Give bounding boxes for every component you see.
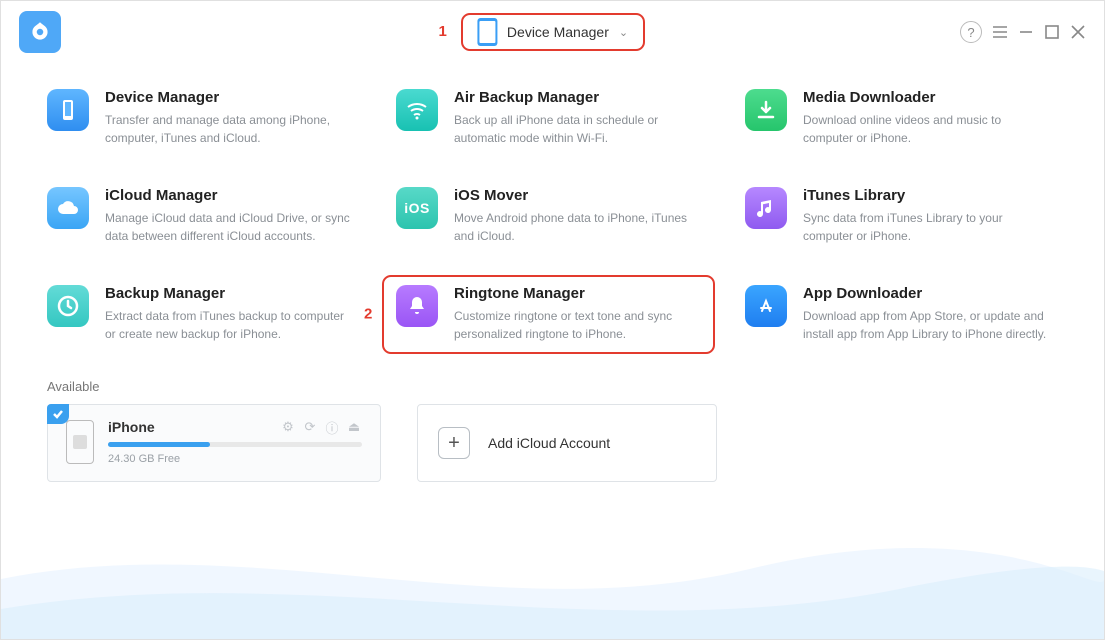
feature-itunes-library[interactable]: iTunes Library Sync data from iTunes Libr… [745, 187, 1058, 245]
feature-device-manager[interactable]: Device Manager Transfer and manage data a… [47, 89, 360, 147]
device-icon [47, 89, 89, 131]
gear-icon[interactable]: ⚙ [280, 419, 296, 435]
feature-title: App Downloader [803, 285, 1053, 302]
app-logo [19, 11, 61, 53]
callout-number-1: 1 [439, 23, 447, 40]
feature-title: iTunes Library [803, 187, 1053, 204]
device-card[interactable]: iPhone ⚙ ⟳ ⓘ ⏏ 24.30 GB Free [47, 404, 381, 482]
maximize-button[interactable] [1044, 24, 1060, 40]
cloud-icon [47, 187, 89, 229]
feature-grid: Device Manager Transfer and manage data a… [47, 89, 1058, 343]
feature-title: iCloud Manager [105, 187, 355, 204]
available-label: Available [47, 379, 1058, 394]
device-name: iPhone [108, 419, 155, 435]
dropdown-label: Device Manager [507, 24, 609, 40]
feature-app-downloader[interactable]: App Downloader Download app from App Stor… [745, 285, 1058, 343]
window-controls: ? [960, 21, 1086, 43]
main-content: Device Manager Transfer and manage data a… [1, 63, 1104, 482]
feature-title: iOS Mover [454, 187, 704, 204]
feature-backup-manager[interactable]: Backup Manager Extract data from iTunes b… [47, 285, 360, 343]
feature-desc: Move Android phone data to iPhone, iTune… [454, 209, 704, 245]
minimize-button[interactable] [1018, 24, 1034, 40]
bell-icon [396, 285, 438, 327]
feature-ios-mover[interactable]: iOS iOS Mover Move Android phone data to … [396, 187, 709, 245]
feature-title: Media Downloader [803, 89, 1053, 106]
feature-media-downloader[interactable]: Media Downloader Download online videos a… [745, 89, 1058, 147]
feature-desc: Customize ringtone or text tone and sync… [454, 307, 704, 343]
help-button[interactable]: ? [960, 21, 982, 43]
feature-air-backup[interactable]: Air Backup Manager Back up all iPhone dat… [396, 89, 709, 147]
feature-ringtone-manager[interactable]: 2 Ringtone ManagerCustomize ringtone or … [396, 285, 709, 343]
background-waves [1, 519, 1104, 639]
bottom-row: iPhone ⚙ ⟳ ⓘ ⏏ 24.30 GB Free + Add iClou… [47, 404, 1058, 482]
close-button[interactable] [1070, 24, 1086, 40]
wifi-icon [396, 89, 438, 131]
plus-icon: + [438, 427, 470, 459]
phone-thumbnail-icon [66, 420, 94, 464]
eject-icon[interactable]: ⏏ [346, 419, 362, 435]
feature-title: Backup Manager [105, 285, 355, 302]
device-manager-dropdown[interactable]: Device Manager ⌄ [459, 10, 646, 54]
feature-title: Air Backup Manager [454, 89, 704, 106]
phone-icon [477, 18, 497, 46]
callout-number-2: 2 [364, 306, 372, 323]
feature-desc: Download app from App Store, or update a… [803, 307, 1053, 343]
feature-desc: Extract data from iTunes backup to compu… [105, 307, 355, 343]
ios-icon: iOS [396, 187, 438, 229]
storage-bar [108, 442, 362, 447]
feature-desc: Back up all iPhone data in schedule or a… [454, 111, 704, 147]
feature-title: Device Manager [105, 89, 355, 106]
logo-icon [27, 19, 53, 45]
backup-icon [47, 285, 89, 327]
refresh-icon[interactable]: ⟳ [302, 419, 318, 435]
info-icon[interactable]: ⓘ [324, 419, 340, 435]
menu-icon[interactable] [992, 24, 1008, 40]
add-icloud-account[interactable]: + Add iCloud Account [417, 404, 717, 482]
device-actions: ⚙ ⟳ ⓘ ⏏ [280, 419, 362, 435]
feature-title: Ringtone Manager [454, 285, 704, 302]
feature-desc: Manage iCloud data and iCloud Drive, or … [105, 209, 355, 245]
download-icon [745, 89, 787, 131]
add-account-label: Add iCloud Account [488, 435, 610, 451]
feature-desc: Download online videos and music to comp… [803, 111, 1053, 147]
feature-desc: Transfer and manage data among iPhone, c… [105, 111, 355, 147]
appstore-icon [745, 285, 787, 327]
chevron-down-icon: ⌄ [619, 26, 628, 39]
title-bar: Device Manager ⌄ 1 ? [1, 1, 1104, 63]
feature-desc: Sync data from iTunes Library to your co… [803, 209, 1053, 245]
device-storage: 24.30 GB Free [108, 453, 362, 465]
music-icon [745, 187, 787, 229]
feature-icloud-manager[interactable]: iCloud Manager Manage iCloud data and iCl… [47, 187, 360, 245]
